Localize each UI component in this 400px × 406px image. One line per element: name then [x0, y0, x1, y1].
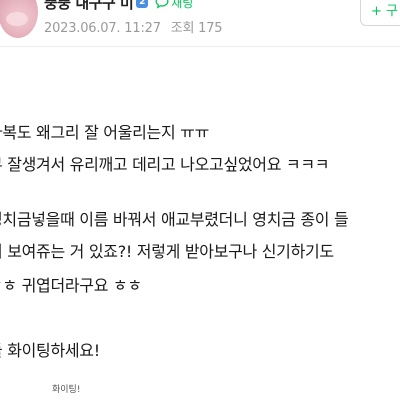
body-line: ㅎㅎ 귀엽더라구요 ㅎㅎ: [0, 276, 142, 295]
author-avatar[interactable]: [0, 0, 38, 38]
body-line: 무 잘생겨서 유리깨고 데리고 나오고싶었어요 ㅋㅋㅋ: [0, 155, 330, 174]
post-meta: 2023.06.07. 11:27 조회 175: [44, 17, 223, 36]
author-row: 뚱뚱 내구구 미 2 채팅: [44, 0, 193, 12]
body-line: 영치금넣을때 이름 바꿔서 애교부렸더니 영치금 종이 들: [0, 210, 349, 229]
view-count: 조회 175: [170, 21, 223, 36]
chat-bubble-icon: [155, 0, 169, 9]
fighting-sticker: 화이팅!: [52, 385, 81, 395]
post-date: 2023.06.07. 11:27: [44, 21, 161, 36]
member-level-badge: 2: [136, 0, 149, 8]
body-line: 들 화이팅하세요!: [0, 341, 100, 360]
chat-label: 채팅: [171, 0, 194, 10]
body-line: 바복도 왜그리 잘 어울리는지 ㅠㅠ: [0, 123, 210, 142]
follow-button[interactable]: + 구: [360, 0, 400, 26]
post-header: 뚱뚱 내구구 미 2 채팅 2023.06.07. 11:27 조회 175 +…: [0, 0, 400, 46]
author-name[interactable]: 뚱뚱 내구구 미: [44, 0, 134, 13]
header-divider: [0, 46, 400, 47]
chat-button[interactable]: 채팅: [155, 0, 193, 11]
body-line: 서 보여쥬는 거 있죠?! 저렇게 받아보구나 신기하기도: [0, 242, 334, 261]
